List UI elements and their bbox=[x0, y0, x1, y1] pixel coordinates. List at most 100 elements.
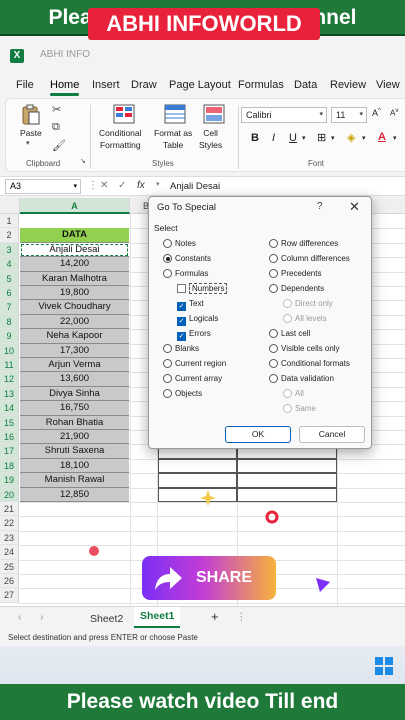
tab-page-layout[interactable]: Page Layout bbox=[169, 79, 231, 91]
bordered-cell[interactable] bbox=[237, 487, 337, 502]
row-header[interactable]: 23 bbox=[0, 530, 19, 546]
more-sheets-icon[interactable]: ⋮ bbox=[236, 611, 247, 623]
data-cell[interactable]: Shruti Saxena bbox=[20, 444, 129, 459]
option-visible-cells-only[interactable]: Visible cells only bbox=[269, 344, 340, 354]
tab-review[interactable]: Review bbox=[330, 79, 366, 91]
tab-draw[interactable]: Draw bbox=[131, 79, 157, 91]
option-column-differences[interactable]: Column differences bbox=[269, 254, 350, 264]
data-cell[interactable]: Arjun Verma bbox=[20, 358, 129, 373]
cut-icon[interactable]: ✂ bbox=[52, 103, 61, 116]
option-row-differences[interactable]: Row differences bbox=[269, 239, 338, 249]
enter-icon[interactable]: ✓ bbox=[118, 180, 126, 191]
paste-button-label[interactable]: Paste bbox=[20, 127, 42, 139]
option-constants[interactable]: Constants bbox=[163, 254, 211, 264]
bordered-cell[interactable] bbox=[237, 473, 337, 488]
select-all-corner[interactable] bbox=[0, 198, 20, 214]
data-cell[interactable]: Karan Malhotra bbox=[20, 271, 129, 286]
option-errors[interactable]: ✓ Errors bbox=[177, 329, 211, 341]
option-objects[interactable]: Objects bbox=[163, 389, 202, 399]
decrease-font-icon[interactable]: Av bbox=[390, 108, 398, 118]
option-all-levels[interactable]: All levels bbox=[283, 314, 327, 324]
row-header[interactable]: 5 bbox=[0, 271, 19, 286]
cancel-button[interactable]: Cancel bbox=[299, 426, 365, 443]
bold-button[interactable]: B bbox=[251, 132, 259, 144]
cell-styles-icon[interactable] bbox=[203, 104, 225, 124]
paste-dropdown-icon[interactable]: ▾ bbox=[26, 139, 30, 147]
font-name-combo[interactable]: Calibri ▾ bbox=[241, 107, 327, 123]
italic-button[interactable]: I bbox=[272, 132, 275, 144]
row-header[interactable]: 24 bbox=[0, 545, 19, 560]
row-header[interactable]: 18 bbox=[0, 458, 19, 474]
data-cell[interactable]: 19,800 bbox=[20, 286, 129, 301]
name-box[interactable]: A3 ▾ bbox=[5, 179, 81, 194]
clipboard-launcher-icon[interactable]: ↘ bbox=[80, 157, 86, 165]
conditional-formatting-button[interactable]: Conditional Formatting bbox=[99, 127, 142, 151]
format-as-table-icon[interactable] bbox=[164, 104, 186, 124]
help-icon[interactable]: ? bbox=[317, 201, 323, 212]
data-cell[interactable]: 16,750 bbox=[20, 401, 129, 416]
option-formulas[interactable]: Formulas bbox=[163, 269, 208, 279]
data-cell[interactable]: Manish Rawal bbox=[20, 473, 129, 488]
formula-dropdown-icon[interactable]: ▾ bbox=[156, 180, 160, 188]
formula-input[interactable]: Anjali Desai bbox=[170, 181, 220, 192]
option-logicals[interactable]: ✓ Logicals bbox=[177, 314, 218, 326]
option-last-cell[interactable]: Last cell bbox=[269, 329, 310, 339]
column-header-a[interactable]: A bbox=[20, 198, 130, 214]
underline-dropdown-icon[interactable]: ▾ bbox=[302, 134, 306, 142]
fill-dropdown-icon[interactable]: ▾ bbox=[362, 134, 366, 142]
tab-file[interactable]: File bbox=[16, 79, 34, 91]
data-cell[interactable]: 14,200 bbox=[20, 257, 129, 272]
row-header[interactable]: 4 bbox=[0, 257, 19, 272]
bordered-cell[interactable] bbox=[158, 473, 237, 488]
add-sheet-button[interactable]: + bbox=[211, 609, 219, 624]
data-cell[interactable]: 18,100 bbox=[20, 458, 129, 474]
close-icon[interactable]: ✕ bbox=[349, 199, 360, 215]
conditional-formatting-icon[interactable] bbox=[113, 104, 135, 124]
row-header[interactable]: 25 bbox=[0, 559, 19, 574]
option-notes[interactable]: Notes bbox=[163, 239, 196, 249]
row-header[interactable]: 20 bbox=[0, 487, 19, 502]
option-text[interactable]: ✓ Text bbox=[177, 299, 204, 311]
cancel-icon[interactable]: ✕ bbox=[100, 180, 108, 191]
tab-data[interactable]: Data bbox=[294, 79, 317, 91]
font-color-icon[interactable]: A bbox=[378, 131, 386, 143]
tab-view[interactable]: View bbox=[376, 79, 400, 91]
borders-dropdown-icon[interactable]: ▾ bbox=[331, 134, 335, 142]
copy-icon[interactable]: ⧉ bbox=[52, 121, 60, 134]
option-current-region[interactable]: Current region bbox=[163, 359, 226, 369]
row-header[interactable]: 2 bbox=[0, 228, 19, 243]
ok-button[interactable]: OK bbox=[225, 426, 291, 443]
format-as-table-button[interactable]: Format as Table bbox=[154, 127, 192, 151]
row-header[interactable]: 12 bbox=[0, 372, 19, 387]
bordered-cell[interactable] bbox=[158, 487, 237, 502]
data-header-cell[interactable]: DATA bbox=[20, 228, 129, 243]
fill-color-icon[interactable]: ◈ bbox=[347, 131, 355, 144]
option-precedents[interactable]: Precedents bbox=[269, 269, 321, 279]
active-cell[interactable]: Anjali Desai bbox=[20, 242, 129, 258]
paste-icon[interactable] bbox=[21, 104, 41, 126]
more-options-icon[interactable]: ⋮ bbox=[88, 180, 98, 191]
scroll-right-icon[interactable]: › bbox=[40, 611, 44, 623]
data-cell[interactable]: 21,900 bbox=[20, 430, 129, 445]
insert-function-icon[interactable]: fx bbox=[137, 180, 145, 191]
font-size-combo[interactable]: 11 ▾ bbox=[331, 107, 367, 123]
data-cell[interactable]: Vivek Choudhary bbox=[20, 300, 129, 315]
option-blanks[interactable]: Blanks bbox=[163, 344, 199, 354]
row-header[interactable]: 8 bbox=[0, 314, 19, 330]
share-button[interactable]: SHARE bbox=[142, 556, 276, 600]
data-cell[interactable]: 12,850 bbox=[20, 487, 129, 502]
option-numbers[interactable]: Numbers bbox=[177, 283, 228, 294]
row-header[interactable]: 7 bbox=[0, 300, 19, 315]
font-color-dropdown-icon[interactable]: ▾ bbox=[393, 134, 397, 142]
row-header[interactable]: 15 bbox=[0, 415, 19, 430]
option-conditional-formats[interactable]: Conditional formats bbox=[269, 359, 350, 369]
option-direct-only[interactable]: Direct only bbox=[283, 299, 333, 309]
sheet-tab-sheet1[interactable]: Sheet1 bbox=[134, 607, 181, 628]
row-header[interactable]: 1 bbox=[0, 214, 19, 229]
windows-start-icon[interactable] bbox=[375, 657, 393, 675]
row-header[interactable]: 9 bbox=[0, 329, 19, 344]
bordered-cell[interactable] bbox=[237, 458, 337, 474]
tab-formulas[interactable]: Formulas bbox=[238, 79, 284, 91]
underline-button[interactable]: U bbox=[289, 132, 297, 144]
row-header[interactable]: 3 bbox=[0, 242, 19, 258]
